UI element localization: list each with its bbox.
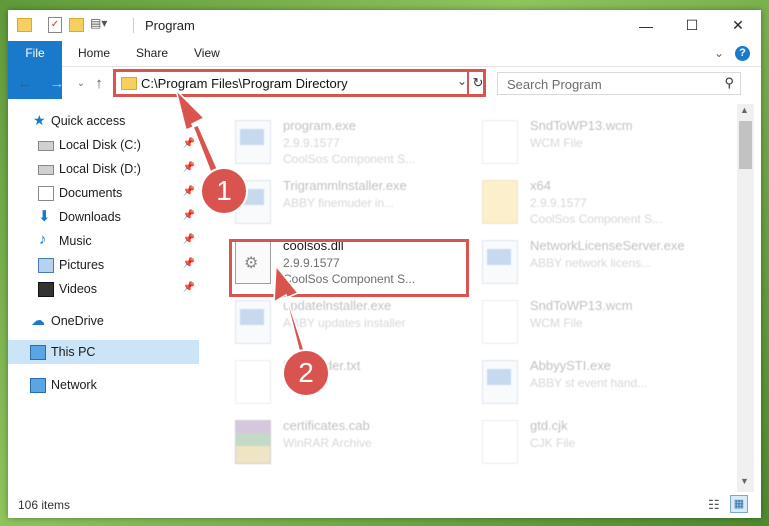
annotation-arrows: [174, 87, 311, 371]
step-badge-1: 1: [200, 167, 248, 215]
explorer-window: ✓ ▤▾ Program — ☐ ✕ File Home Share View …: [8, 10, 761, 518]
step-badge-2: 2: [282, 349, 330, 397]
